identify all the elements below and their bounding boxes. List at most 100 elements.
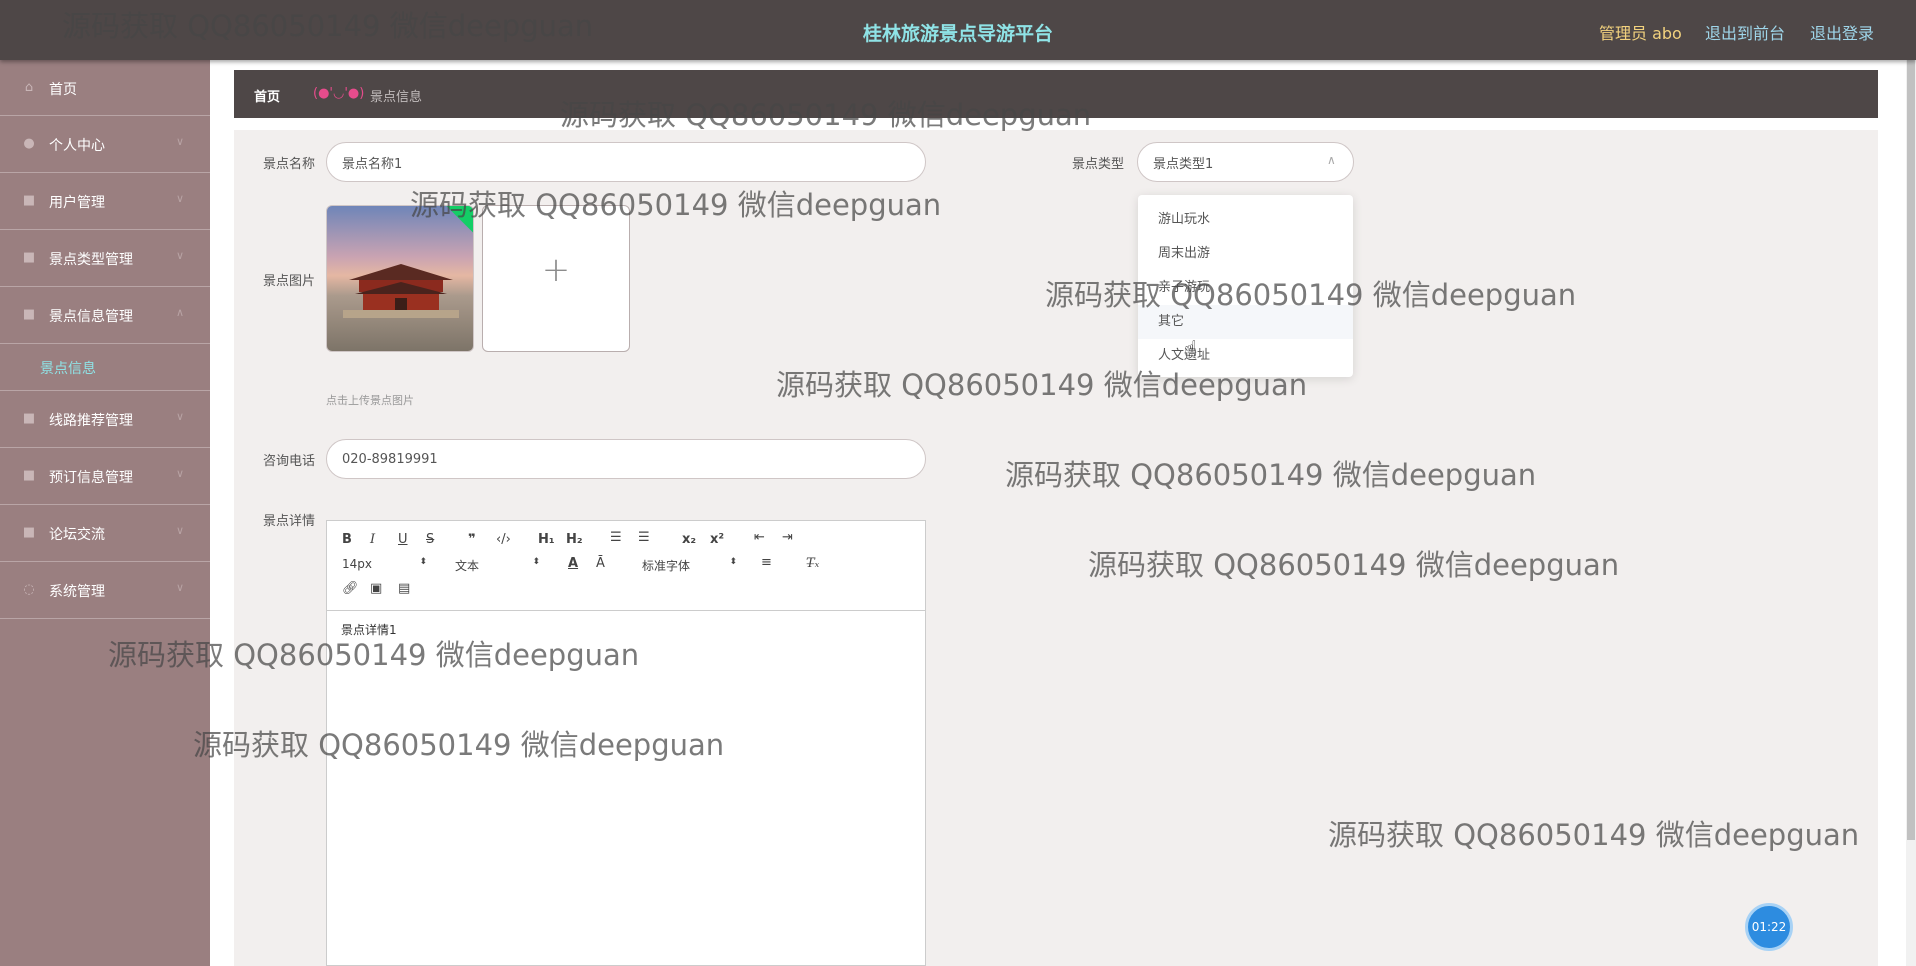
exit-to-frontend-link[interactable]: 退出到前台	[1705, 20, 1785, 44]
editor-content[interactable]: 景点详情1	[341, 621, 397, 638]
sidebar-item-label: 个人中心	[49, 138, 105, 154]
align-icon[interactable]: ≡	[761, 555, 772, 570]
chat-icon: ■	[22, 525, 36, 540]
underline-icon[interactable]: U	[398, 532, 408, 547]
dropdown-option-hovered[interactable]: 其它	[1138, 305, 1353, 339]
outdent-icon[interactable]: ⇤	[754, 530, 765, 545]
sidebar-item-booking-management[interactable]: ■ 预订信息管理 ∨	[0, 448, 210, 505]
bold-icon[interactable]: B	[342, 532, 352, 547]
header-select[interactable]: 文本 ⬍	[455, 557, 540, 574]
updown-icon: ⬍	[532, 557, 540, 567]
route-icon: ■	[22, 411, 36, 426]
name-label: 景点名称	[262, 157, 315, 172]
dropdown-option[interactable]: 人文遗址	[1138, 339, 1353, 373]
breadcrumb-current: 景点信息	[370, 90, 423, 105]
background-color-icon[interactable]: Ā	[596, 556, 605, 571]
settings-icon: ◌	[23, 582, 35, 597]
subscript-icon[interactable]: x₂	[682, 532, 696, 547]
dropdown-option[interactable]: 亲子游玩	[1138, 271, 1353, 305]
strikethrough-icon[interactable]: S	[426, 532, 434, 547]
breadcrumb-home[interactable]: 首页	[254, 86, 280, 105]
detail-label: 景点详情	[262, 514, 315, 529]
breadcrumb: 首页 (●'◡'●) 景点信息	[234, 70, 1878, 118]
top-bar: 桂林旅游景点导游平台 管理员 abo 退出到前台 退出登录	[0, 0, 1916, 60]
phone-input[interactable]	[326, 439, 926, 479]
code-icon[interactable]: ‹/›	[496, 532, 511, 547]
dropdown-option[interactable]: 周末出游	[1138, 237, 1353, 271]
image-icon[interactable]: ▣	[370, 581, 382, 596]
indent-icon[interactable]: ⇥	[782, 530, 793, 545]
sidebar-item-label: 论坛交流	[49, 527, 105, 543]
sidebar-item-label: 景点信息管理	[49, 309, 133, 325]
chevron-down-icon: ∨	[176, 581, 185, 594]
h1-icon[interactable]: H₁	[538, 532, 555, 547]
scenic-image-thumbnail[interactable]	[326, 205, 474, 352]
text-color-icon[interactable]: A	[568, 556, 578, 571]
home-icon: ⌂	[24, 80, 34, 95]
sidebar-item-home[interactable]: ⌂ 首页	[0, 60, 210, 116]
chevron-down-icon: ∨	[176, 524, 185, 537]
h2-icon[interactable]: H₂	[566, 532, 583, 547]
sidebar-item-label: 用户管理	[49, 195, 105, 211]
rich-text-editor: B I U S ❞ ‹/› H₁ H₂ ☰ ☰ x₂ x² ⇤ ⇥ 14px ⬍…	[326, 520, 926, 966]
sidebar-item-system-management[interactable]: ◌ 系统管理 ∨	[0, 562, 210, 619]
font-size-value: 14px	[342, 557, 372, 571]
sidebar: ⌂ 首页 ● 个人中心 ∨ ■ 用户管理 ∨ ■ 景点类型管理 ∨ ■ 景点信息…	[0, 60, 210, 966]
blockquote-icon[interactable]: ❞	[468, 532, 476, 547]
upload-success-tag	[442, 206, 473, 236]
chevron-down-icon: ∨	[176, 467, 185, 480]
scenic-type-select[interactable]	[1137, 142, 1354, 182]
phone-label: 咨询电话	[262, 454, 315, 469]
font-family-select[interactable]: 标准字体 ⬍	[642, 557, 737, 574]
users-icon: ■	[22, 193, 36, 208]
type-dropdown: 游山玩水 周末出游 亲子游玩 其它 人文遗址	[1138, 195, 1353, 377]
ordered-list-icon[interactable]: ☰	[610, 530, 622, 545]
sidebar-item-personal-center[interactable]: ● 个人中心 ∨	[0, 116, 210, 173]
chevron-up-icon[interactable]: ∧	[1327, 153, 1336, 167]
sidebar-item-label: 线路推荐管理	[49, 413, 133, 429]
palace-image	[343, 264, 459, 318]
sidebar-subitem-scenic-info-link[interactable]: 景点信息	[40, 358, 96, 378]
calendar-icon: ■	[22, 468, 36, 483]
upload-tip: 点击上传景点图片	[326, 394, 414, 407]
font-family-value: 标准字体	[642, 559, 691, 573]
scrollbar-thumb[interactable]	[1907, 60, 1915, 840]
user-icon: ●	[23, 136, 35, 151]
plus-icon: +	[541, 250, 571, 290]
updown-icon: ⬍	[419, 557, 427, 567]
chevron-down-icon: ∨	[176, 135, 185, 148]
type-label: 景点类型	[1071, 157, 1124, 172]
font-size-select[interactable]: 14px ⬍	[342, 557, 427, 571]
list-icon: ■	[22, 307, 36, 322]
clear-format-icon[interactable]: T̶ₓ	[806, 556, 819, 571]
superscript-icon[interactable]: x²	[710, 532, 724, 547]
link-icon[interactable]: 🔗︎	[342, 581, 359, 596]
breadcrumb-separator: (●'◡'●)	[313, 86, 365, 101]
scenic-name-input[interactable]	[326, 142, 926, 182]
logout-link[interactable]: 退出登录	[1810, 20, 1874, 44]
chevron-down-icon: ∨	[176, 192, 185, 205]
sidebar-item-route-management[interactable]: ■ 线路推荐管理 ∨	[0, 391, 210, 448]
sidebar-item-scenic-type-management[interactable]: ■ 景点类型管理 ∨	[0, 230, 210, 287]
timer-badge: 01:22	[1745, 903, 1793, 951]
scrollbar[interactable]	[1906, 60, 1916, 966]
sidebar-item-user-management[interactable]: ■ 用户管理 ∨	[0, 173, 210, 230]
sidebar-item-scenic-info-management[interactable]: ■ 景点信息管理 ∧	[0, 287, 210, 344]
sidebar-item-label: 首页	[49, 82, 77, 98]
bullet-list-icon[interactable]: ☰	[638, 530, 650, 545]
italic-icon[interactable]: I	[370, 532, 375, 547]
image-label: 景点图片	[262, 274, 315, 289]
header-value: 文本	[455, 559, 480, 573]
video-icon[interactable]: ▤	[398, 581, 410, 596]
chevron-up-icon: ∧	[176, 306, 185, 319]
sidebar-item-label: 预订信息管理	[49, 470, 133, 486]
list-icon: ■	[22, 250, 36, 265]
sidebar-item-forum[interactable]: ■ 论坛交流 ∨	[0, 505, 210, 562]
chevron-down-icon: ∨	[176, 410, 185, 423]
chevron-down-icon: ∨	[176, 249, 185, 262]
dropdown-option[interactable]: 游山玩水	[1138, 203, 1353, 237]
image-upload-button[interactable]: +	[482, 205, 630, 352]
sidebar-item-label: 景点类型管理	[49, 252, 133, 268]
sidebar-subitem-scenic-info: 景点信息	[0, 344, 210, 391]
editor-toolbar: B I U S ❞ ‹/› H₁ H₂ ☰ ☰ x₂ x² ⇤ ⇥ 14px ⬍…	[327, 521, 925, 611]
